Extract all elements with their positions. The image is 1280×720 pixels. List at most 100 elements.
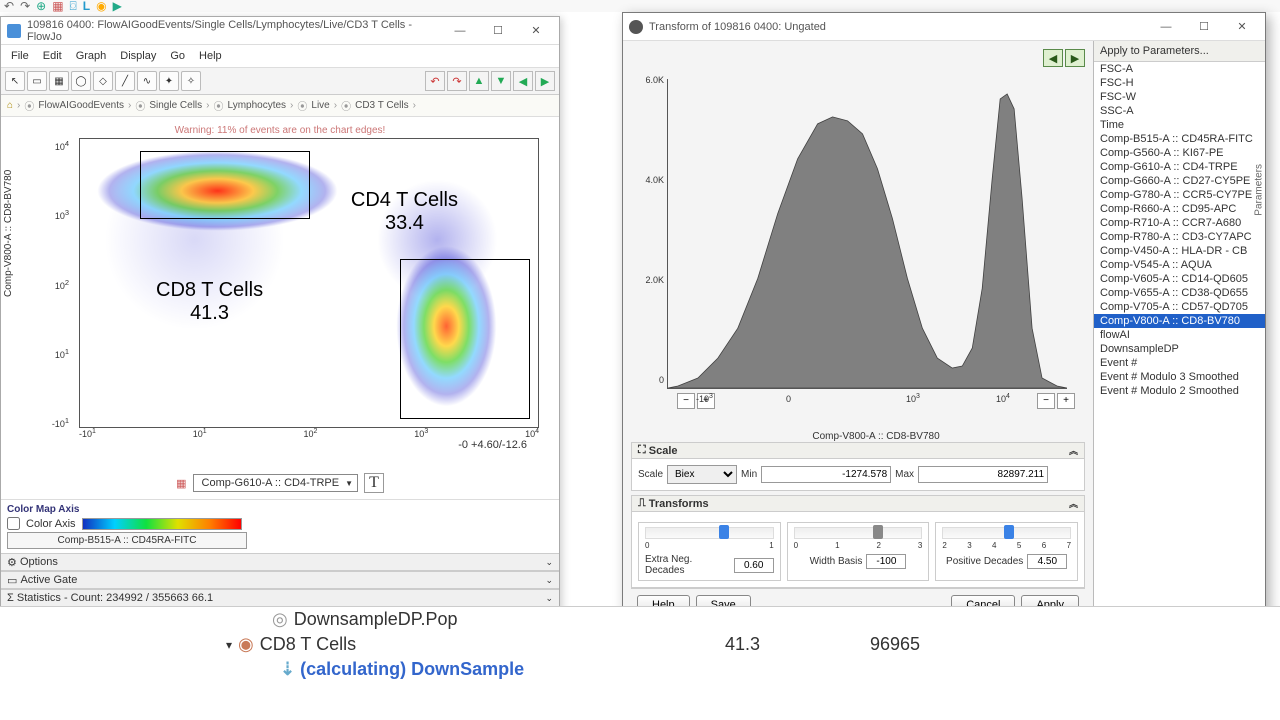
table-row[interactable]: ◎ DownsampleDP.Pop [0, 607, 1280, 632]
tool-poly[interactable]: ◇ [93, 71, 113, 91]
tool-pointer[interactable]: ↖ [5, 71, 25, 91]
parameter-item[interactable]: Comp-V705-A :: CD57-QD705 [1094, 300, 1265, 314]
redo-icon[interactable]: ↷ [20, 0, 30, 13]
crumb-4[interactable]: CD3 T Cells [355, 100, 409, 111]
color-axis-checkbox[interactable] [7, 517, 20, 530]
y-axis-label[interactable]: Comp-V800-A :: CD8-BV780 [3, 170, 14, 297]
zoom-out-right-button[interactable]: − [1037, 393, 1055, 409]
crumb-2[interactable]: Lymphocytes [228, 100, 287, 111]
table-row[interactable]: ⇣ (calculating) DownSample [0, 657, 1280, 682]
options-section[interactable]: ⚙ Options ⌄ [1, 553, 559, 571]
extra-neg-input[interactable] [734, 558, 774, 573]
parameter-item[interactable]: Comp-G560-A :: KI67-PE [1094, 146, 1265, 160]
transforms-panel-header[interactable]: ⎍ Transforms ︽ [631, 495, 1085, 512]
expand-icon[interactable]: ▾ [226, 638, 232, 652]
maximize-button[interactable]: ☐ [1187, 17, 1221, 37]
zoom-in-right-button[interactable]: + [1057, 393, 1075, 409]
width-track[interactable] [794, 527, 923, 539]
parameter-item[interactable]: Time [1094, 118, 1265, 132]
home-icon[interactable]: ⌂ [7, 100, 13, 111]
parameter-item[interactable]: Comp-G780-A :: CCR5-CY7PE [1094, 188, 1265, 202]
close-button[interactable]: ✕ [519, 21, 553, 41]
tool-rect[interactable]: ▭ [27, 71, 47, 91]
color-gradient[interactable] [82, 518, 242, 530]
tool-magic[interactable]: ✧ [181, 71, 201, 91]
parameter-item[interactable]: Comp-V545-A :: AQUA [1094, 258, 1265, 272]
menu-display[interactable]: Display [114, 48, 162, 64]
width-input[interactable] [866, 554, 906, 569]
parameter-item[interactable]: Comp-V800-A :: CD8-BV780 [1094, 314, 1265, 328]
statistics-section[interactable]: Σ Statistics - Count: 234992 / 355663 66… [1, 589, 559, 607]
close-button[interactable]: ✕ [1225, 17, 1259, 37]
menu-graph[interactable]: Graph [70, 48, 113, 64]
down-arrow-icon[interactable]: ▼ [491, 71, 511, 91]
color-param-box[interactable]: Comp-B515-A :: CD45RA-FITC [7, 532, 247, 549]
gate-cd8[interactable] [140, 151, 310, 219]
parameter-item[interactable]: Comp-R660-A :: CD95-APC [1094, 202, 1265, 216]
gate-cd4[interactable] [400, 259, 530, 419]
minimize-button[interactable]: — [1149, 17, 1183, 37]
redo-icon[interactable]: ↷ [447, 71, 467, 91]
up-arrow-icon[interactable]: ▲ [469, 71, 489, 91]
plus-icon[interactable]: ⊕ [36, 0, 46, 13]
tool-curve[interactable]: ∿ [137, 71, 157, 91]
scale-type-select[interactable]: Biex [667, 465, 737, 484]
letter-icon[interactable]: L [83, 0, 90, 13]
text-tool-icon[interactable]: T [364, 473, 384, 493]
extra-neg-track[interactable] [645, 527, 774, 539]
menu-edit[interactable]: Edit [37, 48, 68, 64]
histogram[interactable]: 6.0K 4.0K 2.0K 0 -103 0 103 104 [667, 79, 1067, 389]
next-param-button[interactable]: ▶ [1065, 49, 1085, 67]
table-icon[interactable]: ▦ [52, 0, 63, 13]
parameter-item[interactable]: Comp-V605-A :: CD14-QD605 [1094, 272, 1265, 286]
parameter-item[interactable]: Comp-G660-A :: CD27-CY5PE [1094, 174, 1265, 188]
crumb-1[interactable]: Single Cells [149, 100, 202, 111]
parameter-list[interactable]: FSC-AFSC-HFSC-WSSC-ATimeComp-B515-A :: C… [1094, 62, 1265, 629]
left-arrow-icon[interactable]: ◀ [513, 71, 533, 91]
parameter-item[interactable]: Comp-G610-A :: CD4-TRPE [1094, 160, 1265, 174]
tool-auto[interactable]: ✦ [159, 71, 179, 91]
parameter-item[interactable]: Event # [1094, 356, 1265, 370]
menu-help[interactable]: Help [193, 48, 228, 64]
undo-icon[interactable]: ↶ [425, 71, 445, 91]
menu-go[interactable]: Go [164, 48, 191, 64]
tool-ellipse[interactable]: ◯ [71, 71, 91, 91]
positive-input[interactable] [1027, 554, 1067, 569]
crumb-3[interactable]: Live [311, 100, 329, 111]
table-row[interactable]: ▾ ◉ CD8 T Cells 41.3 96965 [0, 632, 1280, 657]
max-input[interactable] [918, 466, 1048, 483]
parameter-item[interactable]: FSC-H [1094, 76, 1265, 90]
parameter-item[interactable]: FSC-A [1094, 62, 1265, 76]
layout-icon[interactable]: ⌼ [70, 0, 77, 14]
scale-panel-header[interactable]: ⛶ Scale ︽ [631, 442, 1085, 459]
parameter-item[interactable]: Event # Modulo 2 Smoothed [1094, 384, 1265, 398]
prev-param-button[interactable]: ◀ [1043, 49, 1063, 67]
minimize-button[interactable]: — [443, 21, 477, 41]
parameter-item[interactable]: Comp-B515-A :: CD45RA-FITC [1094, 132, 1265, 146]
parameter-item[interactable]: flowAI [1094, 328, 1265, 342]
parameter-item[interactable]: Comp-R780-A :: CD3-CY7APC [1094, 230, 1265, 244]
maximize-button[interactable]: ☐ [481, 21, 515, 41]
min-input[interactable] [761, 466, 891, 483]
parameter-item[interactable]: Comp-V655-A :: CD38-QD655 [1094, 286, 1265, 300]
tool-line[interactable]: ╱ [115, 71, 135, 91]
density-plot[interactable]: CD4 T Cells 33.4 CD8 T Cells 41.3 [79, 138, 539, 428]
parameter-item[interactable]: Event # Modulo 3 Smoothed [1094, 370, 1265, 384]
parameter-item[interactable]: Comp-R710-A :: CCR7-A680 [1094, 216, 1265, 230]
active-gate-section[interactable]: ▭ Active Gate ⌄ [1, 571, 559, 589]
right-arrow-icon[interactable]: ▶ [535, 71, 555, 91]
tool-quad[interactable]: ▦ [49, 71, 69, 91]
target-icon[interactable]: ▶ [113, 0, 122, 13]
parameter-item[interactable]: DownsampleDP [1094, 342, 1265, 356]
positive-track[interactable] [942, 527, 1071, 539]
parameter-item[interactable]: SSC-A [1094, 104, 1265, 118]
x-param-combo[interactable]: Comp-G610-A :: CD4-TRPE [193, 474, 359, 492]
zoom-out-left-button[interactable]: − [677, 393, 695, 409]
circle-icon[interactable]: ◉ [96, 0, 106, 13]
crumb-0[interactable]: FlowAIGoodEvents [38, 100, 124, 111]
grid-icon[interactable]: ▦ [176, 477, 186, 490]
menu-file[interactable]: File [5, 48, 35, 64]
undo-icon[interactable]: ↶ [4, 0, 14, 13]
parameter-item[interactable]: FSC-W [1094, 90, 1265, 104]
parameter-item[interactable]: Comp-V450-A :: HLA-DR - CB [1094, 244, 1265, 258]
